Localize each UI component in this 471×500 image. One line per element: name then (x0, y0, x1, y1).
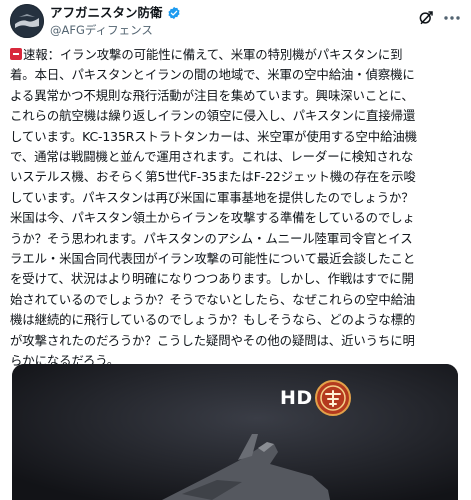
tweet-text: 速報：イラン攻撃の可能性に備えて、米軍の特別機がパキスタンに到 着。本日、パキス… (10, 45, 465, 372)
author-display-name[interactable]: アフガニスタン防衛 (50, 5, 163, 21)
tweet-line: うか？そう思われます。パキスタンのアシム・ムニール陸軍司令官とイス (10, 230, 413, 246)
tweet-line: 米国は今、パキスタン領土からイランを攻撃する準備をしているのでしょ (10, 210, 415, 226)
tweet-line: で、通常は戦闘機と並んで運用されます。これは、レーダーに検知されな (10, 149, 414, 165)
hd-overlay-label: HD (280, 387, 313, 409)
fighter-jet-video-frame (12, 364, 458, 500)
tweet-line: よる異常かつ不規則な飛行活動が注目を集めています。興味深いことに、 (10, 87, 414, 103)
tweet-line: 機は継続的に飛行しているのでしょうか？もしそうなら、どのような標的 (10, 312, 416, 328)
channel-logo-icon (314, 379, 352, 417)
avatar[interactable] (10, 4, 44, 38)
tweet-line: しています。KC-135Rストラトタンカーは、米空軍が使用する空中給油機 (10, 128, 417, 144)
tweet-line: いステルス機、おそらく第5世代F-35またはF-22ジェット機の存在を示唆 (10, 169, 416, 185)
author-handle[interactable]: @AFGディフェンス (50, 23, 181, 38)
tweet-line: ラエル・米国合同代表団がイラン攻撃の可能性について最近会談したこと (10, 251, 416, 267)
grok-icon[interactable] (417, 9, 435, 27)
verified-badge-icon (167, 6, 181, 20)
tweet-header: アフガニスタン防衛 @AFGディフェンス (0, 0, 471, 44)
tweet-line: 速報：イラン攻撃の可能性に備えて、米軍の特別機がパキスタンに到 (10, 45, 465, 65)
author-block: アフガニスタン防衛 @AFGディフェンス (50, 5, 181, 38)
red-alert-badge-icon (10, 48, 22, 60)
video-media[interactable]: HD (12, 364, 458, 500)
author-name-row[interactable]: アフガニスタン防衛 (50, 5, 181, 21)
tweet-line: 始されているのでしょうか？そうでないとしたら、なぜこれらの空中給油 (10, 291, 416, 307)
tweet-line: しています。パキスタンは再び米国に軍事基地を提供したのでしょうか？ (10, 189, 414, 205)
tweet-line: これらの航空機は繰り返しイランの領空に侵入し、パキスタンに直接帰還 (10, 108, 416, 124)
tweet-line: を受けて、状況はより明確になりつつあります。しかし、作戦はすでに開 (10, 271, 414, 287)
tweet-line: が攻撃されたのだろうか？こうした疑問やその他の疑問は、近いうちに明 (10, 332, 415, 348)
more-horizontal-icon[interactable] (441, 7, 463, 29)
tweet-line: 着。本日、パキスタンとイランの間の地域で、米軍の空中給油・偵察機に (10, 67, 415, 83)
